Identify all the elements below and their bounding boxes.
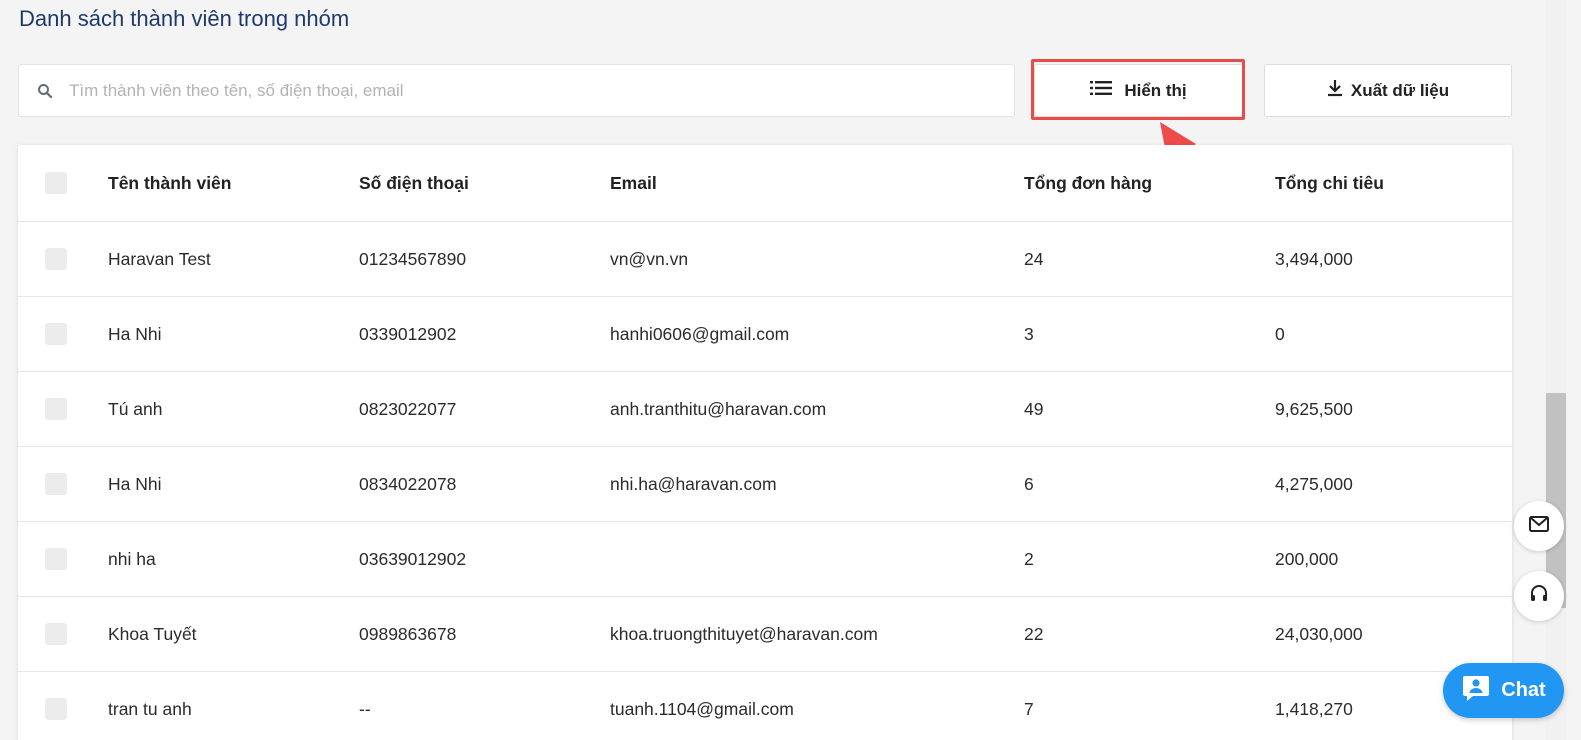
list-icon [1090, 80, 1113, 101]
cell-spend: 24,030,000 [1275, 623, 1363, 644]
row-checkbox[interactable] [45, 323, 67, 345]
display-button-label: Hiển thị [1124, 80, 1187, 100]
cell-spend: 4,275,000 [1275, 473, 1353, 494]
mail-button[interactable] [1514, 501, 1564, 551]
header-phone[interactable]: Số điện thoại [359, 173, 469, 194]
select-all-checkbox[interactable] [45, 172, 67, 194]
cell-phone: 0989863678 [359, 623, 457, 644]
cell-spend: 1,418,270 [1275, 698, 1353, 719]
cell-phone: 03639012902 [359, 548, 467, 569]
display-button[interactable]: Hiển thị [1034, 64, 1243, 117]
cell-name: Ha Nhi [108, 323, 162, 344]
table-row[interactable]: Ha Nhi 0834022078 nhi.ha@haravan.com 6 4… [18, 447, 1512, 522]
cell-name: tran tu anh [108, 698, 192, 719]
header-orders[interactable]: Tổng đơn hàng [1024, 173, 1152, 194]
chat-button[interactable]: Chat [1443, 663, 1564, 718]
cell-orders: 24 [1024, 248, 1044, 269]
row-checkbox[interactable] [45, 398, 67, 420]
header-email[interactable]: Email [610, 173, 657, 194]
export-button-label: Xuất dữ liệu [1350, 80, 1450, 100]
table-header-row: Tên thành viên Số điện thoại Email Tổng … [18, 145, 1512, 222]
cell-name: nhi ha [108, 548, 156, 569]
cell-name: Khoa Tuyết [108, 623, 197, 644]
mail-icon [1529, 515, 1549, 537]
cell-phone: -- [359, 698, 371, 719]
cell-phone: 0834022078 [359, 473, 457, 494]
cell-spend: 200,000 [1275, 548, 1339, 569]
scrollbar-track[interactable] [1545, 0, 1567, 740]
cell-email: tuanh.1104@gmail.com [610, 698, 794, 719]
cell-phone: 01234567890 [359, 248, 467, 269]
cell-orders: 49 [1024, 398, 1044, 419]
table-row[interactable]: Haravan Test 01234567890 vn@vn.vn 24 3,4… [18, 222, 1512, 297]
cell-name: Tú anh [108, 398, 163, 419]
cell-spend: 3,494,000 [1275, 248, 1353, 269]
page: Danh sách thành viên trong nhóm Hiển thị… [0, 0, 1581, 740]
chat-icon [1461, 672, 1493, 710]
cell-email: vn@vn.vn [610, 248, 689, 269]
cell-orders: 6 [1024, 473, 1034, 494]
header-name[interactable]: Tên thành viên [108, 173, 231, 194]
cell-email: anh.tranthitu@haravan.com [610, 398, 827, 419]
table-row[interactable]: tran tu anh -- tuanh.1104@gmail.com 7 1,… [18, 672, 1512, 740]
download-icon [1327, 79, 1343, 102]
header-spend[interactable]: Tổng chi tiêu [1275, 173, 1384, 194]
cell-email: nhi.ha@haravan.com [610, 473, 777, 494]
cell-email: khoa.truongthituyet@haravan.com [610, 623, 878, 644]
cell-spend: 9,625,500 [1275, 398, 1353, 419]
table-row[interactable]: Ha Nhi 0339012902 hanhi0606@gmail.com 3 … [18, 297, 1512, 372]
row-checkbox[interactable] [45, 248, 67, 270]
support-button[interactable] [1514, 571, 1564, 621]
row-checkbox[interactable] [45, 623, 67, 645]
chat-label: Chat [1501, 679, 1546, 701]
cell-name: Ha Nhi [108, 473, 162, 494]
cell-name: Haravan Test [108, 248, 211, 269]
row-checkbox[interactable] [45, 548, 67, 570]
cell-phone: 0339012902 [359, 323, 457, 344]
row-checkbox[interactable] [45, 698, 67, 720]
table-row[interactable]: Khoa Tuyết 0989863678 khoa.truongthituye… [18, 597, 1512, 672]
cell-phone: 0823022077 [359, 398, 457, 419]
headset-icon [1529, 584, 1549, 609]
cell-spend: 0 [1275, 323, 1285, 344]
table-row[interactable]: nhi ha 03639012902 2 200,000 [18, 522, 1512, 597]
search-box[interactable] [18, 64, 1015, 117]
row-checkbox[interactable] [45, 473, 67, 495]
cell-orders: 3 [1024, 323, 1034, 344]
cell-orders: 2 [1024, 548, 1034, 569]
cell-orders: 7 [1024, 698, 1034, 719]
cell-email: hanhi0606@gmail.com [610, 323, 790, 344]
table-row[interactable]: Tú anh 0823022077 anh.tranthitu@haravan.… [18, 372, 1512, 447]
page-title: Danh sách thành viên trong nhóm [19, 6, 350, 31]
cell-orders: 22 [1024, 623, 1044, 644]
search-icon [21, 82, 69, 100]
export-button[interactable]: Xuất dữ liệu [1264, 64, 1512, 117]
members-table: Tên thành viên Số điện thoại Email Tổng … [18, 145, 1512, 740]
search-input[interactable] [69, 65, 1014, 116]
